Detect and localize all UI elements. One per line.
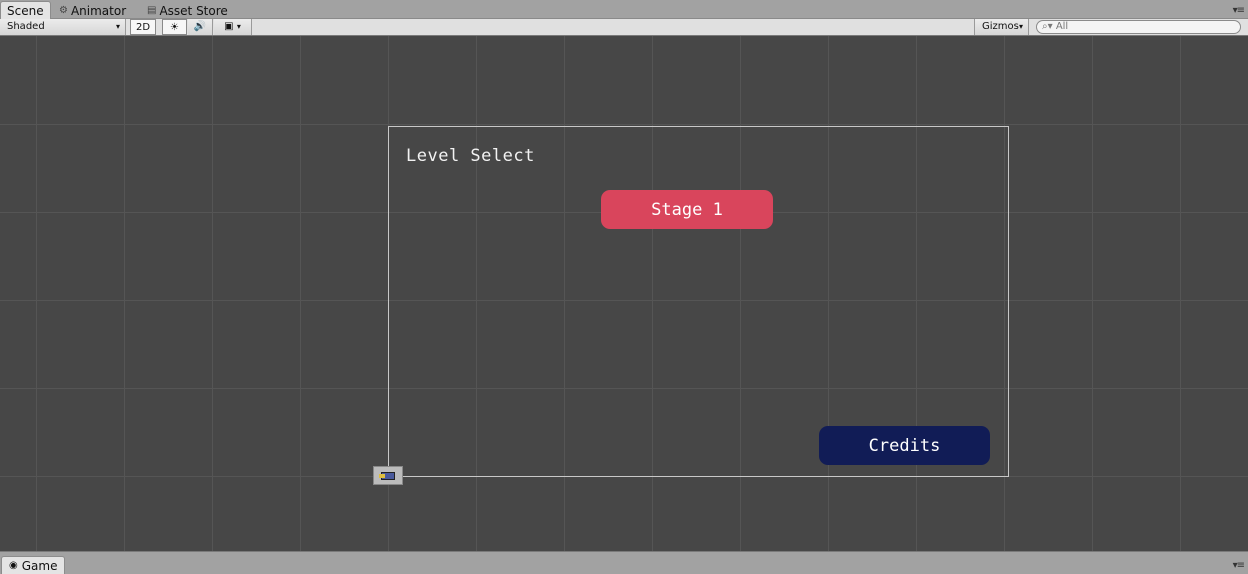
grid-line <box>212 36 213 551</box>
chevron-down-icon: ▾ <box>236 22 241 31</box>
tab-game[interactable]: ◉ Game <box>1 556 66 574</box>
search-icon: ⌕▾ <box>1042 21 1053 32</box>
sun-icon: ☀ <box>170 22 179 33</box>
panel-menu-icon[interactable]: ▾≡ <box>1233 5 1245 16</box>
animator-icon: ⚙ <box>59 4 68 16</box>
chevron-down-icon: ▾ <box>1018 22 1023 31</box>
tab-asset-store-label: Asset Store <box>159 3 228 18</box>
gizmos-label: Gizmos <box>982 21 1019 32</box>
level-select-title[interactable]: Level Select <box>406 146 535 166</box>
stage-1-button[interactable]: Stage 1 <box>601 190 773 229</box>
tab-game-label: Game <box>21 558 58 573</box>
grid-line <box>300 36 301 551</box>
tab-animator-label: Animator <box>70 3 127 18</box>
editor-tab-bar: Scene ⚙ Animator ▤ Asset Store ▾≡ <box>0 0 1248 20</box>
grid-line <box>1092 36 1093 551</box>
tab-asset-store[interactable]: ▤ Asset Store <box>141 2 234 19</box>
shading-mode-label: Shaded <box>7 21 45 32</box>
grid-line <box>0 124 1248 125</box>
audio-toggle-button[interactable]: 🔊 <box>188 19 213 35</box>
search-placeholder: All <box>1055 21 1069 32</box>
ui-canvas-frame[interactable]: Level Select Stage 1 Credits <box>388 126 1009 477</box>
effects-dropdown[interactable]: ▣ ▾ <box>214 19 252 35</box>
camera-icon <box>379 471 395 480</box>
credits-label: Credits <box>868 435 941 456</box>
tab-scene[interactable]: Scene <box>0 1 51 20</box>
tab-animator[interactable]: ⚙ Animator <box>53 2 132 19</box>
search-input[interactable]: ⌕▾ All <box>1036 20 1241 34</box>
image-icon: ▣ <box>224 21 234 32</box>
toggle-2d-label: 2D <box>135 22 151 33</box>
canvas-gizmo-icon[interactable] <box>373 466 403 485</box>
tab-scene-label: Scene <box>7 4 44 18</box>
grid-line <box>1180 36 1181 551</box>
asset-store-icon: ▤ <box>147 4 157 16</box>
grid-line <box>36 36 37 551</box>
gizmos-dropdown[interactable]: Gizmos ▾ <box>974 19 1029 35</box>
scene-toolbar: Shaded ▾ 2D ☀ 🔊 ▣ ▾ Gizmos ▾ ⌕▾ All <box>0 19 1248 36</box>
scene-view[interactable]: Level Select Stage 1 Credits <box>0 36 1248 551</box>
toggle-2d-button[interactable]: 2D <box>130 19 156 35</box>
speaker-icon: 🔊 <box>193 21 207 32</box>
credits-button[interactable]: Credits <box>819 426 990 465</box>
grid-line <box>124 36 125 551</box>
game-icon: ◉ <box>9 560 18 571</box>
chevron-down-icon: ▾ <box>115 22 120 31</box>
stage-1-label: Stage 1 <box>651 199 723 220</box>
lighting-toggle-button[interactable]: ☀ <box>162 19 187 35</box>
shading-mode-dropdown[interactable]: Shaded ▾ <box>0 19 126 35</box>
panel-menu-icon[interactable]: ▾≡ <box>1233 560 1245 571</box>
bottom-tab-bar: ◉ Game ▾≡ <box>0 551 1248 574</box>
